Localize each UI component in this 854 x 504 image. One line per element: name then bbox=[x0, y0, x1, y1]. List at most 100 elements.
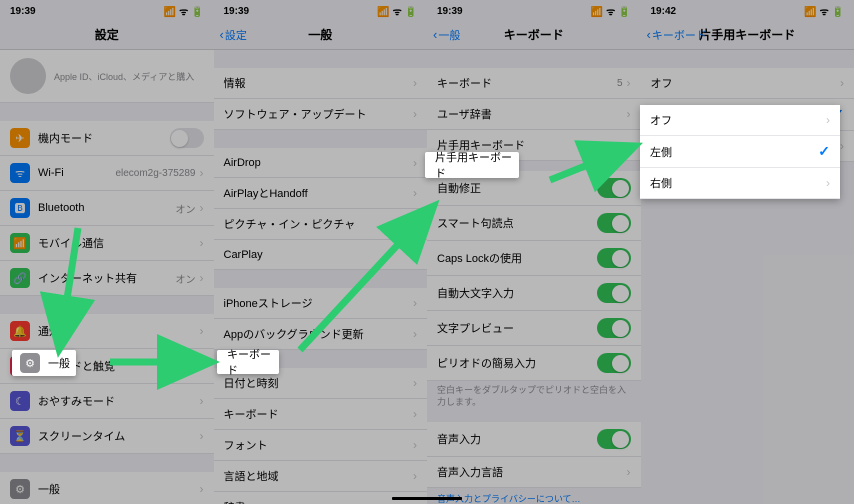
chevron-right-icon: › bbox=[413, 186, 417, 200]
avatar bbox=[10, 58, 46, 94]
row-Wi-Fi[interactable]: ᯤWi-Fielecom2g-375289› bbox=[0, 156, 214, 191]
row-label: 自動大文字入力 bbox=[437, 285, 597, 301]
row-label: 文字プレビュー bbox=[437, 320, 597, 336]
chevron-left-icon: ‹ bbox=[647, 27, 651, 42]
row-キーボード[interactable]: キーボード› bbox=[214, 399, 428, 430]
toggle[interactable] bbox=[597, 318, 631, 338]
row-label: Appのバックグラウンド更新 bbox=[224, 326, 414, 342]
row-label: iPhoneストレージ bbox=[224, 295, 414, 311]
row-ピリオドの簡易入力[interactable]: ピリオドの簡易入力 bbox=[427, 346, 641, 381]
row-detail: オン bbox=[176, 271, 196, 286]
row-モバイル通信[interactable]: 📶モバイル通信› bbox=[0, 226, 214, 261]
row-Bluetooth[interactable]: 🅱 Bluetoothオン › bbox=[0, 191, 214, 226]
row-情報[interactable]: 情報› bbox=[214, 68, 428, 99]
row-label: インターネット共有 bbox=[38, 270, 176, 286]
chevron-right-icon: › bbox=[200, 201, 204, 215]
page-title: 一般 bbox=[308, 26, 332, 43]
moon-icon: ☾ bbox=[10, 391, 30, 411]
row-オフ[interactable]: オフ› bbox=[640, 105, 840, 136]
row-label: 言語と地域 bbox=[224, 468, 414, 484]
row-AirDrop[interactable]: AirDrop› bbox=[214, 148, 428, 178]
nav-bar: ‹キーボード 片手用キーボード bbox=[641, 20, 854, 50]
row-iPhoneストレージ[interactable]: iPhoneストレージ› bbox=[214, 288, 428, 319]
chevron-right-icon: › bbox=[413, 376, 417, 390]
row-左側[interactable]: 左側✓ bbox=[640, 136, 840, 168]
status-bar: 19:39 📶 ᯤ 🔋 bbox=[0, 0, 214, 20]
row-通知[interactable]: 🔔通知› bbox=[0, 314, 214, 349]
status-time: 19:39 bbox=[10, 6, 36, 17]
row-フォント[interactable]: フォント› bbox=[214, 430, 428, 461]
chevron-right-icon: › bbox=[826, 176, 830, 190]
toggle[interactable] bbox=[597, 353, 631, 373]
highlight-general: ⚙ 一般 bbox=[12, 350, 76, 376]
row-detail: elecom2g-375289 bbox=[115, 168, 195, 179]
chevron-right-icon: › bbox=[200, 482, 204, 496]
row-label: おやすみモード bbox=[38, 393, 200, 409]
page-title: 片手用キーボード bbox=[699, 26, 795, 43]
toggle[interactable] bbox=[597, 429, 631, 449]
nav-bar: ‹一般 キーボード bbox=[427, 20, 641, 50]
row-Caps Lockの使用[interactable]: Caps Lockの使用 bbox=[427, 241, 641, 276]
row-label: ソフトウェア・アップデート bbox=[224, 106, 414, 122]
row-インターネット共有[interactable]: 🔗インターネット共有オン› bbox=[0, 261, 214, 296]
row-label: ピクチャ・イン・ピクチャ bbox=[224, 216, 414, 232]
panel-general: 19:39 📶 ᯤ 🔋 ‹設定 一般 情報›ソフトウェア・アップデート› Air… bbox=[214, 0, 428, 504]
toggle[interactable] bbox=[170, 128, 204, 148]
row-label: オフ bbox=[651, 75, 841, 91]
row-音声入力言語[interactable]: 音声入力言語› bbox=[427, 457, 641, 488]
row-label: CarPlay bbox=[224, 249, 414, 261]
row-右側[interactable]: 右側› bbox=[640, 168, 840, 199]
chevron-right-icon: › bbox=[627, 465, 631, 479]
nav-bar: ‹設定 一般 bbox=[214, 20, 428, 50]
row-detail: オン bbox=[176, 201, 196, 216]
row-音声入力[interactable]: 音声入力 bbox=[427, 422, 641, 457]
row-オフ[interactable]: オフ› bbox=[641, 68, 854, 99]
row-label: ピリオドの簡易入力 bbox=[437, 355, 597, 371]
row-スクリーンタイム[interactable]: ⏳スクリーンタイム› bbox=[0, 419, 214, 454]
back-button[interactable]: ‹設定 bbox=[220, 27, 247, 43]
row-一般[interactable]: ⚙一般› bbox=[0, 472, 214, 504]
chevron-right-icon: › bbox=[413, 296, 417, 310]
highlight-one-handed: 片手用キーボード bbox=[425, 152, 519, 178]
status-indicators: 📶 ᯤ 🔋 bbox=[164, 4, 204, 18]
toggle[interactable] bbox=[597, 178, 631, 198]
period-hint: 空白キーをダブルタップでピリオドと空白を入力します。 bbox=[427, 381, 641, 412]
back-button[interactable]: ‹一般 bbox=[433, 27, 460, 43]
row-label: キーボード bbox=[224, 406, 414, 422]
gear-icon: ⚙ bbox=[10, 479, 30, 499]
gear-icon: ⚙ bbox=[20, 353, 40, 373]
airplane-icon: ✈ bbox=[10, 128, 30, 148]
row-CarPlay[interactable]: CarPlay› bbox=[214, 240, 428, 270]
row-キーボード[interactable]: キーボード5› bbox=[427, 68, 641, 99]
row-label: Bluetooth bbox=[38, 202, 176, 214]
bt-icon: 🅱 bbox=[10, 198, 30, 218]
chevron-right-icon: › bbox=[200, 359, 204, 373]
row-言語と地域[interactable]: 言語と地域› bbox=[214, 461, 428, 492]
highlight-keyboard: キーボード bbox=[217, 350, 279, 374]
row-スマート句読点[interactable]: スマート句読点 bbox=[427, 206, 641, 241]
chevron-right-icon: › bbox=[413, 327, 417, 341]
row-AirPlayとHandoff[interactable]: AirPlayとHandoff› bbox=[214, 178, 428, 209]
toggle[interactable] bbox=[597, 283, 631, 303]
row-ピクチャ・イン・ピクチャ[interactable]: ピクチャ・イン・ピクチャ› bbox=[214, 209, 428, 240]
toggle[interactable] bbox=[597, 248, 631, 268]
row-label: フォント bbox=[224, 437, 414, 453]
row-自動大文字入力[interactable]: 自動大文字入力 bbox=[427, 276, 641, 311]
row-label: モバイル通信 bbox=[38, 235, 200, 251]
row-おやすみモード[interactable]: ☾おやすみモード› bbox=[0, 384, 214, 419]
row-ソフトウェア・アップデート[interactable]: ソフトウェア・アップデート› bbox=[214, 99, 428, 130]
chevron-right-icon: › bbox=[200, 324, 204, 338]
row-文字プレビュー[interactable]: 文字プレビュー bbox=[427, 311, 641, 346]
chevron-left-icon: ‹ bbox=[433, 27, 437, 42]
row-ユーザ辞書[interactable]: ユーザ辞書› bbox=[427, 99, 641, 130]
toggle[interactable] bbox=[597, 213, 631, 233]
row-label: スクリーンタイム bbox=[38, 428, 200, 444]
apple-id-row[interactable]: Apple ID、iCloud、メディアと購入 bbox=[0, 50, 214, 103]
chevron-right-icon: › bbox=[413, 156, 417, 170]
row-label: 右側 bbox=[650, 175, 826, 191]
chevron-right-icon: › bbox=[413, 217, 417, 231]
row-機内モード[interactable]: ✈機内モード bbox=[0, 121, 214, 156]
back-button[interactable]: ‹キーボード bbox=[647, 27, 707, 43]
page-title: キーボード bbox=[504, 26, 564, 43]
hour-icon: ⏳ bbox=[10, 426, 30, 446]
